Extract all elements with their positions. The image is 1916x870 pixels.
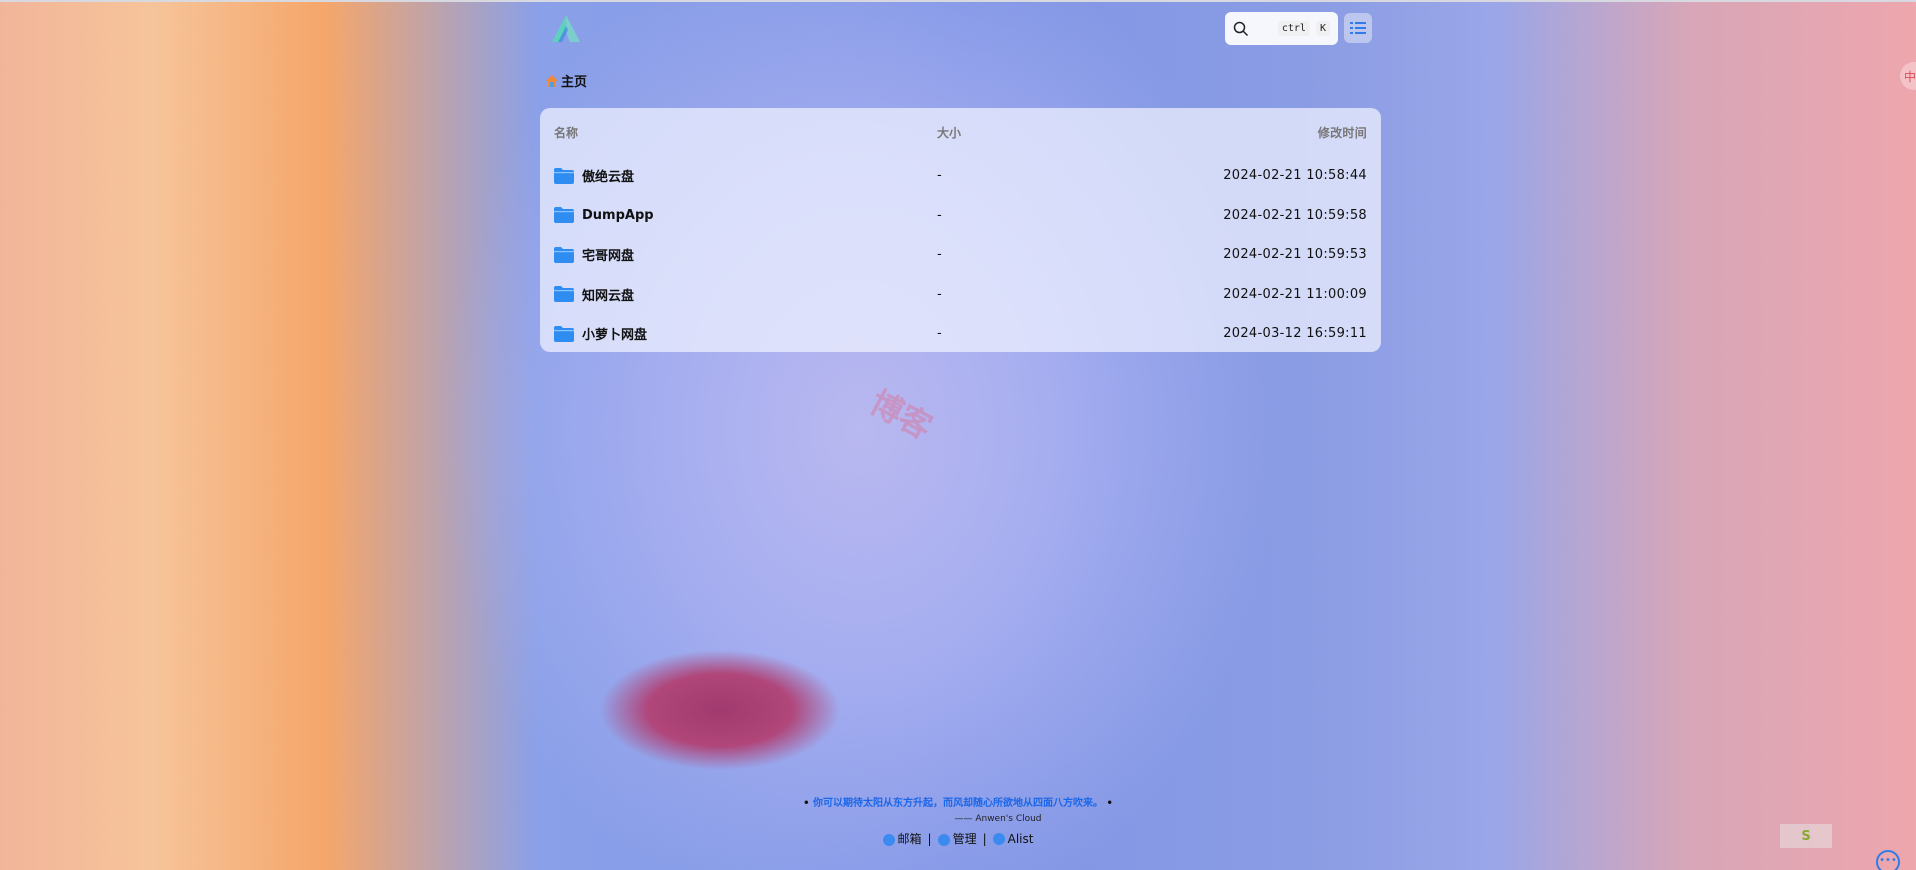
- file-modified: 2024-02-21 10:58:44: [1223, 168, 1367, 184]
- file-name[interactable]: 傲绝云盘: [582, 166, 634, 185]
- file-size: -: [937, 286, 942, 302]
- admin-link[interactable]: 管理: [937, 830, 977, 847]
- file-modified: 2024-02-21 10:59:58: [1223, 207, 1367, 223]
- column-name[interactable]: 名称: [554, 124, 937, 141]
- input-method-widget[interactable]: S: [1780, 824, 1832, 848]
- alist-logo-icon[interactable]: [548, 12, 584, 48]
- folder-icon: [937, 833, 950, 846]
- more-button[interactable]: •••: [1876, 850, 1900, 870]
- list-icon: [1350, 22, 1366, 34]
- file-list-header: 名称 大小 修改时间: [554, 108, 1367, 156]
- quote-text: 你可以期待太阳从东方升起，而风却随心所欲地从四面八方吹来。: [813, 798, 1103, 809]
- file-row[interactable]: 知网云盘 - 2024-02-21 11:00:09: [554, 275, 1367, 315]
- watermark: 博客: [863, 382, 939, 447]
- folder-icon: [554, 325, 574, 342]
- file-name[interactable]: 小萝卜网盘: [582, 324, 647, 343]
- file-modified: 2024-02-21 11:00:09: [1223, 286, 1367, 302]
- column-size[interactable]: 大小: [937, 124, 1137, 141]
- file-size: -: [937, 207, 942, 223]
- file-row[interactable]: 宅哥网盘 - 2024-02-21 10:59:53: [554, 235, 1367, 275]
- file-name-cell: 傲绝云盘: [554, 166, 937, 185]
- file-name[interactable]: DumpApp: [582, 208, 654, 223]
- breadcrumb-home[interactable]: 主页: [561, 71, 587, 90]
- file-size: -: [937, 247, 942, 263]
- footer-links: 邮箱 | 管理 | Alist: [0, 830, 1916, 847]
- quote-attribution: —— Anwen's Cloud: [954, 814, 1042, 824]
- mail-label: 邮箱: [897, 832, 922, 846]
- file-name-cell: 知网云盘: [554, 285, 937, 304]
- folder-icon: [554, 207, 574, 224]
- footer-quote: • 你可以期待太阳从东方升起，而风却随心所欲地从四面八方吹来。 •: [803, 798, 1113, 809]
- breadcrumb: 主页: [545, 71, 587, 90]
- file-name[interactable]: 知网云盘: [582, 285, 634, 304]
- alist-label: Alist: [1007, 831, 1034, 846]
- column-modified[interactable]: 修改时间: [1137, 124, 1367, 141]
- search-button[interactable]: ctrl K: [1225, 12, 1338, 45]
- language-badge[interactable]: 中: [1900, 62, 1916, 90]
- alist-icon: [992, 833, 1005, 845]
- admin-label: 管理: [952, 832, 977, 846]
- list-view-button[interactable]: [1344, 13, 1372, 43]
- file-modified: 2024-02-21 10:59:53: [1223, 247, 1367, 263]
- file-row[interactable]: 小萝卜网盘 - 2024-03-12 16:59:11: [554, 314, 1367, 354]
- file-size: -: [937, 168, 942, 184]
- file-row[interactable]: DumpApp - 2024-02-21 10:59:58: [554, 196, 1367, 236]
- top-border: [0, 0, 1916, 2]
- file-modified: 2024-03-12 16:59:11: [1223, 326, 1367, 342]
- file-row[interactable]: 傲绝云盘 - 2024-02-21 10:58:44: [554, 156, 1367, 196]
- file-list: 名称 大小 修改时间 傲绝云盘 - 2024-02-21 10:58:44 DumpA…: [540, 108, 1381, 352]
- file-name-cell: DumpApp: [554, 207, 937, 224]
- folder-icon: [554, 286, 574, 303]
- file-name-cell: 宅哥网盘: [554, 245, 937, 264]
- home-icon: [546, 74, 558, 87]
- search-icon: [1233, 21, 1249, 36]
- kbd-ctrl: ctrl: [1277, 21, 1310, 36]
- mail-icon: [882, 833, 895, 846]
- mail-link[interactable]: 邮箱: [882, 830, 922, 847]
- file-name[interactable]: 宅哥网盘: [582, 245, 634, 264]
- alist-link[interactable]: Alist: [992, 831, 1034, 846]
- file-name-cell: 小萝卜网盘: [554, 324, 937, 343]
- file-size: -: [937, 326, 942, 342]
- s-icon: S: [1801, 828, 1811, 844]
- folder-icon: [554, 167, 574, 184]
- kbd-k: K: [1315, 21, 1330, 36]
- folder-icon: [554, 246, 574, 263]
